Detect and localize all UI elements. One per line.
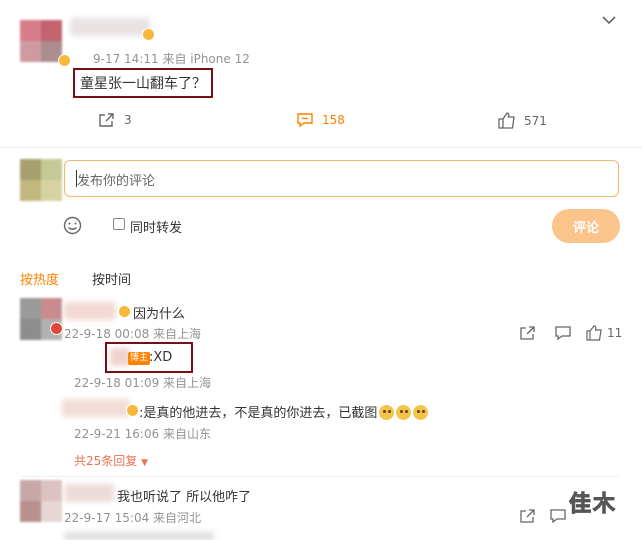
share-count: 3 <box>124 113 132 127</box>
doge-emoji-icon <box>396 405 412 420</box>
annotation-box <box>73 68 213 98</box>
comment-text: 我也听说了 所以他咋了 <box>117 490 252 505</box>
submit-comment-button[interactable]: 评论 <box>552 209 620 243</box>
share-icon[interactable] <box>520 509 536 524</box>
vip-badge-icon <box>118 305 131 318</box>
like-button[interactable]: 571 <box>498 112 547 129</box>
reply-meta: 22-9-18 01:09 来自上海 <box>74 376 212 390</box>
vip-badge-icon <box>126 404 139 417</box>
reply-text-content: :是真的他进去，不是真的你进去，已截图 <box>139 406 378 421</box>
comment-input-placeholder: 发布你的评论 <box>77 174 156 189</box>
more-replies-link[interactable]: 共25条回复 ▼ <box>74 452 148 469</box>
reply-text: :是真的他进去，不是真的你进去，已截图 <box>139 402 429 421</box>
doge-emoji-icon <box>379 405 395 420</box>
reply-meta: 22-9-21 16:06 来自山东 <box>74 427 212 441</box>
share-icon <box>99 113 114 127</box>
comment-icon[interactable] <box>555 326 571 341</box>
post-meta: 9-17 14:11 来自 iPhone 12 <box>93 52 250 66</box>
comment-meta: 22-9-18 00:08 来自上海 <box>64 327 202 341</box>
chevron-down-icon[interactable] <box>601 14 617 26</box>
more-replies-label: 共25条回复 <box>74 454 138 468</box>
next-comment-preview <box>64 532 214 540</box>
doge-emoji-icon <box>413 405 429 420</box>
emoji-icon[interactable] <box>63 216 82 235</box>
annotation-box <box>105 342 193 373</box>
tab-sort-hot[interactable]: 按热度 <box>20 269 59 288</box>
thumbs-up-icon[interactable] <box>586 325 602 341</box>
vip-badge-icon <box>50 322 63 335</box>
comment-text: 因为什么 <box>133 307 186 322</box>
vip-badge-icon <box>142 28 155 41</box>
comment-icon[interactable] <box>550 509 566 524</box>
comment-button[interactable]: 158 <box>296 112 345 128</box>
commenter-name[interactable] <box>64 302 116 320</box>
post-author-avatar[interactable] <box>20 20 62 62</box>
current-user-avatar[interactable] <box>20 159 62 201</box>
share-icon[interactable] <box>520 326 536 341</box>
reply-author-name[interactable] <box>62 399 130 417</box>
comment-icon <box>297 113 313 128</box>
comment-input[interactable]: 发布你的评论 <box>64 160 619 197</box>
divider <box>20 476 620 477</box>
verified-badge-icon <box>58 54 71 67</box>
divider <box>0 147 642 148</box>
like-count: 571 <box>524 113 547 128</box>
commenter-name[interactable] <box>64 484 114 502</box>
caret-down-icon: ▼ <box>141 458 149 468</box>
tab-sort-time[interactable]: 按时间 <box>92 269 131 288</box>
post-author-name[interactable] <box>70 18 150 36</box>
repost-checkbox[interactable] <box>113 218 125 230</box>
commenter-avatar[interactable] <box>20 480 62 522</box>
share-button[interactable]: 3 <box>98 112 132 128</box>
comment-count: 158 <box>322 113 345 127</box>
thumbs-up-icon <box>498 112 515 129</box>
watermark-text: 佳木 <box>568 492 618 518</box>
comment-like-count: 11 <box>607 326 623 340</box>
repost-label[interactable]: 同时转发 <box>130 217 182 236</box>
comment-meta: 22-9-17 15:04 来自河北 <box>64 511 202 525</box>
